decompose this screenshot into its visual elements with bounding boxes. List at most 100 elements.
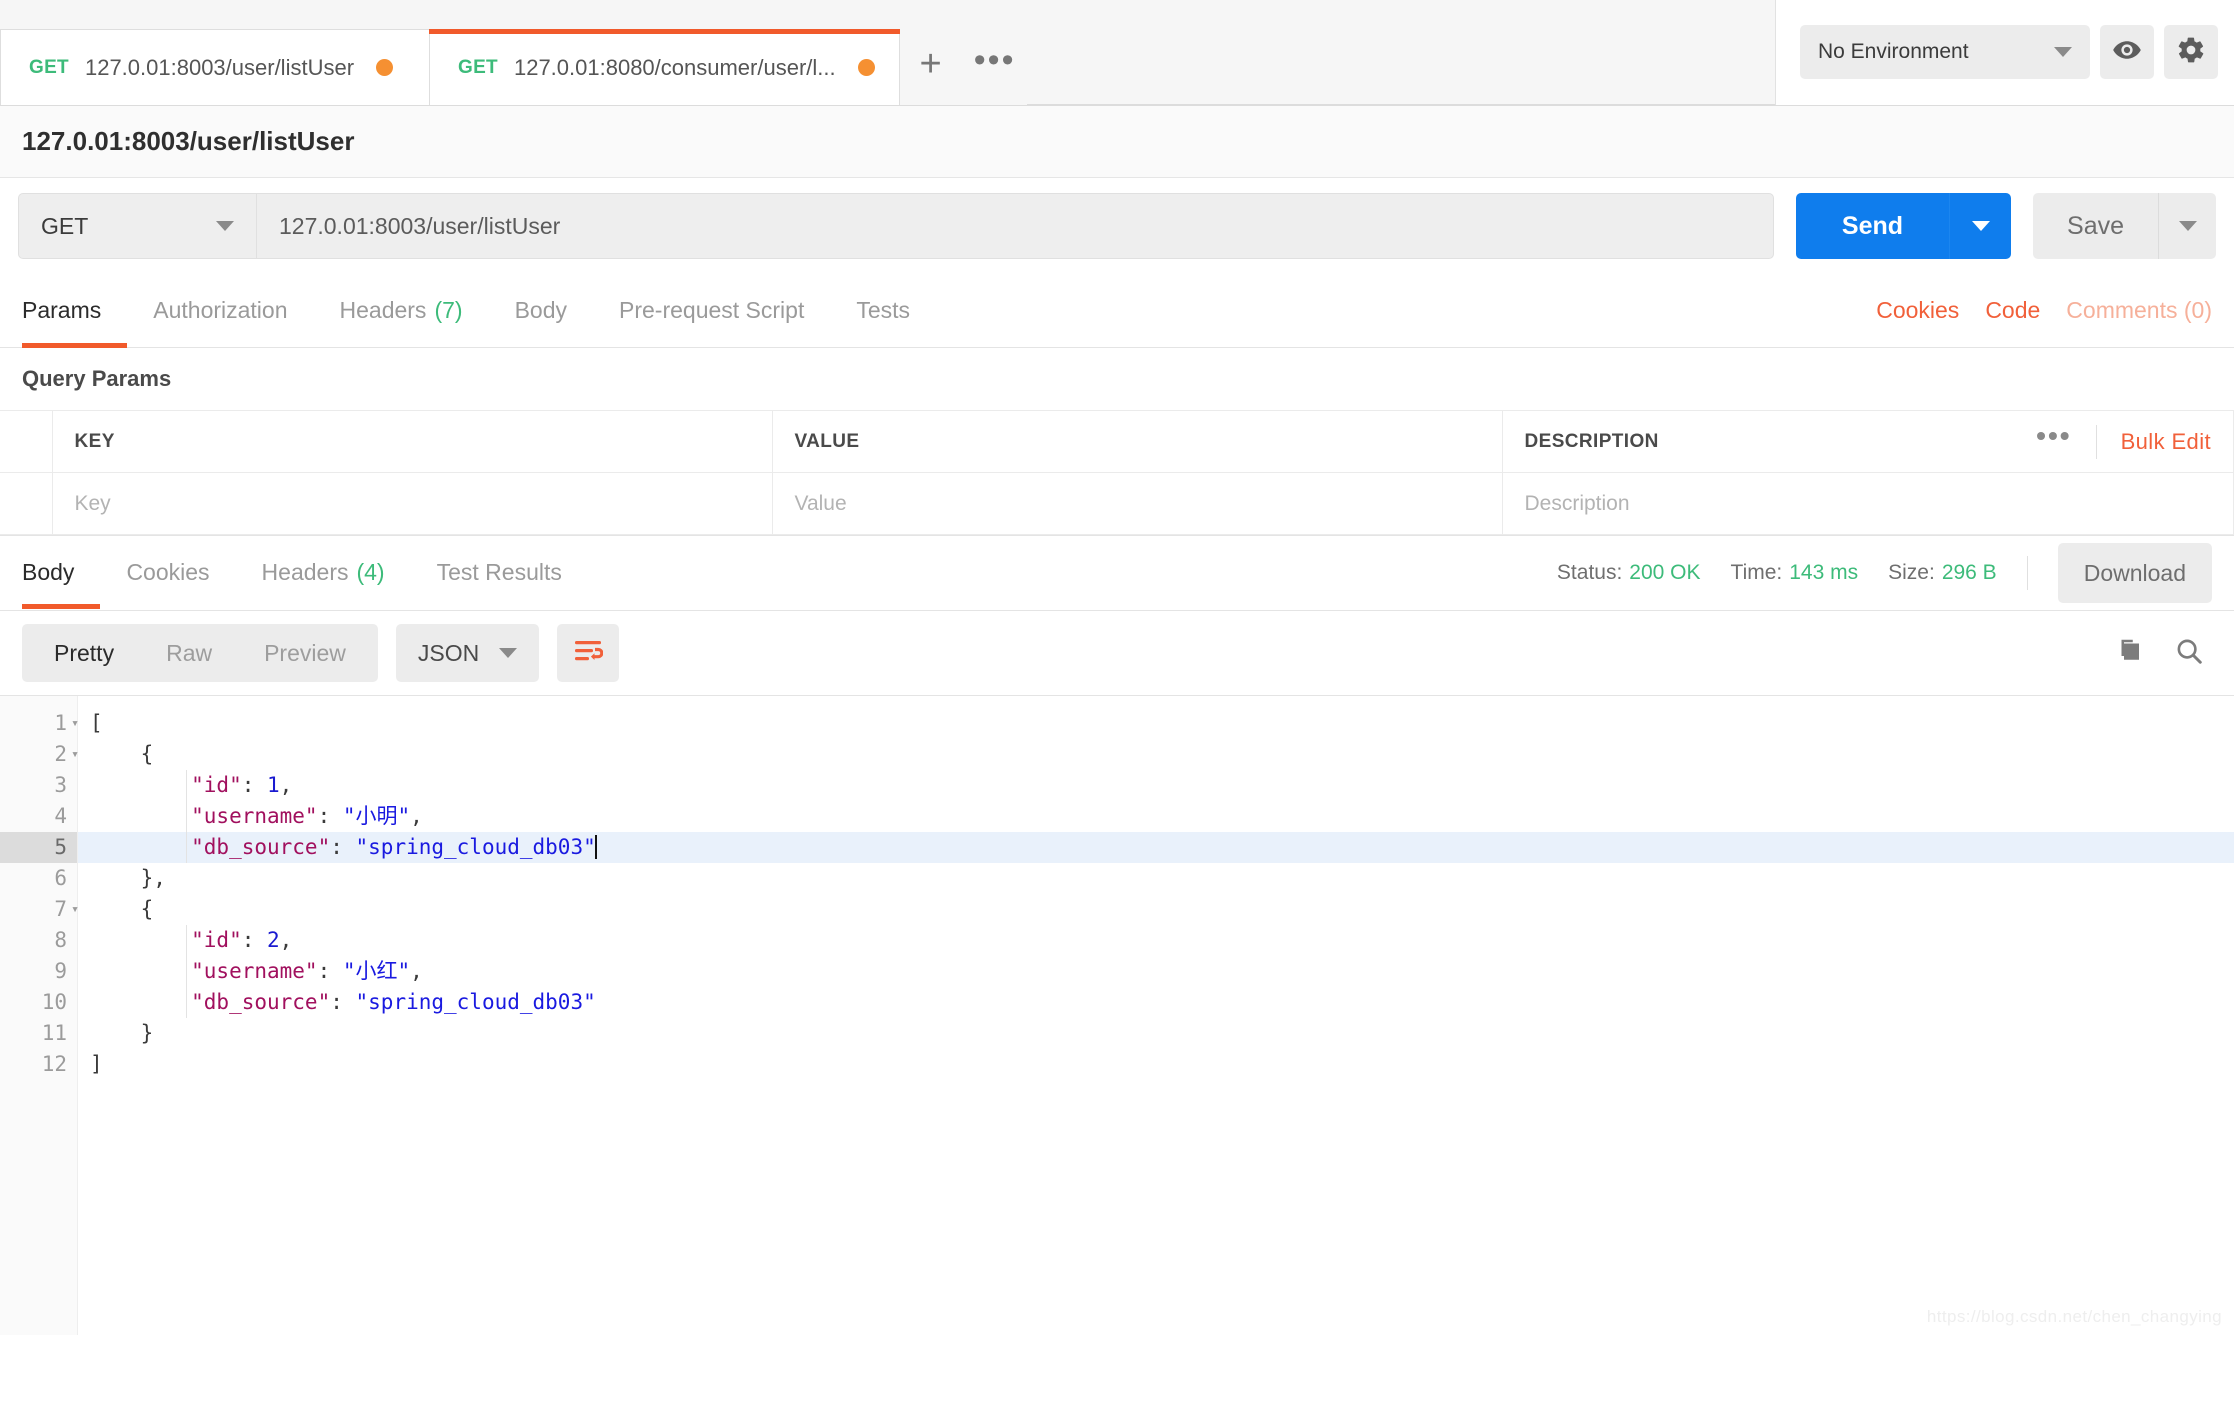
download-button[interactable]: Download xyxy=(2057,543,2212,603)
watermark: https://blog.csdn.net/chen_changying xyxy=(1926,1307,2222,1326)
code-token: "小红" xyxy=(342,959,411,983)
environment-quick-look-button[interactable] xyxy=(2100,25,2154,79)
code-token: 2 xyxy=(267,928,280,952)
code-line[interactable]: }, xyxy=(78,863,2234,894)
tab-params[interactable]: Params xyxy=(22,274,128,348)
code-token: , xyxy=(410,959,423,983)
tab-body[interactable]: Body xyxy=(489,274,593,348)
code-token: "id" xyxy=(90,773,242,797)
response-tab-test-results-label: Test Results xyxy=(436,558,562,585)
line-number: 11 xyxy=(41,1021,67,1045)
request-tab-1-method: GET xyxy=(29,56,69,78)
code-token: [ xyxy=(90,711,103,735)
http-method-select[interactable]: GET xyxy=(18,193,256,259)
comments-link[interactable]: Comments (0) xyxy=(2066,297,2212,324)
wrap-lines-icon xyxy=(573,638,604,669)
response-body-viewer[interactable]: 1 ▾ 2 ▾ 3 4 5 6 7 ▾ 8 9 10 11 12 [ { "id": 1, "usernam… xyxy=(0,695,2234,1335)
time-value: 143 ms xyxy=(1789,561,1859,584)
size-badge: Size: 296 B xyxy=(1888,561,1997,585)
tab-headers[interactable]: Headers (7) xyxy=(314,274,489,348)
tab-body-label: Body xyxy=(514,297,567,323)
code-token: "id" xyxy=(90,928,242,952)
send-options-button[interactable] xyxy=(1949,193,2012,259)
view-mode-preview[interactable]: Preview xyxy=(238,624,372,682)
code-line[interactable]: "id": 1, xyxy=(78,770,2234,801)
response-body-code[interactable]: [ { "id": 1, "username": "小明", "db_sourc… xyxy=(78,696,2234,1335)
column-description: DESCRIPTION ••• Bulk Edit xyxy=(1502,410,2234,473)
code-link[interactable]: Code xyxy=(1985,297,2040,324)
send-button-group: Send xyxy=(1795,193,2012,259)
row-value-input[interactable]: Value xyxy=(772,472,1503,535)
tab-authorization[interactable]: Authorization xyxy=(127,274,313,348)
table-row: Key Value Description xyxy=(0,472,2234,535)
response-format-select[interactable]: JSON xyxy=(395,624,540,682)
settings-button[interactable] xyxy=(2164,25,2218,79)
wrap-lines-button[interactable] xyxy=(557,624,620,682)
row-key-input[interactable]: Key xyxy=(52,472,773,535)
chevron-down-icon xyxy=(2178,221,2197,231)
code-line[interactable]: ] xyxy=(78,1049,2234,1080)
column-description-label: DESCRIPTION xyxy=(1524,430,1659,452)
environment-select[interactable]: No Environment xyxy=(1800,25,2090,79)
code-token: "db_source" xyxy=(90,835,331,859)
code-token: { xyxy=(90,897,154,921)
code-token: : xyxy=(317,804,343,828)
code-line[interactable]: "db_source": "spring_cloud_db03" xyxy=(78,832,2234,863)
code-line[interactable]: "id": 2, xyxy=(78,925,2234,956)
new-tab-button[interactable]: + xyxy=(899,29,963,105)
code-line[interactable]: "db_source": "spring_cloud_db03" xyxy=(78,987,2234,1018)
row-description-input[interactable]: Description xyxy=(1502,472,2234,535)
code-line[interactable]: } xyxy=(78,1018,2234,1049)
line-number: 7 ▾ xyxy=(0,894,79,925)
response-tab-test-results[interactable]: Test Results xyxy=(411,535,588,609)
bottom-filler xyxy=(0,1335,2234,1375)
code-line[interactable]: "username": "小明", xyxy=(78,801,2234,832)
code-token: : xyxy=(330,990,356,1014)
tab-tests[interactable]: Tests xyxy=(830,274,936,348)
code-line[interactable]: "username": "小红", xyxy=(78,956,2234,987)
code-token: : xyxy=(317,959,343,983)
save-options-button[interactable] xyxy=(2158,193,2216,259)
search-button[interactable] xyxy=(2174,636,2204,671)
response-tabs-list: Body Cookies Headers (4) Test Results xyxy=(22,535,588,611)
code-token: 1 xyxy=(267,773,280,797)
url-bar: GET Send Save xyxy=(0,178,2234,274)
gear-icon xyxy=(2176,35,2206,70)
request-url-input[interactable] xyxy=(256,193,1774,259)
bulk-edit-button[interactable]: Bulk Edit xyxy=(2121,429,2211,455)
line-number: 10 xyxy=(41,990,67,1014)
code-token: , xyxy=(279,928,293,952)
response-tab-headers-label: Headers xyxy=(261,558,349,585)
response-tab-cookies[interactable]: Cookies xyxy=(100,535,235,609)
tab-options-icon[interactable]: ••• xyxy=(963,29,1027,105)
query-params-title: Query Params xyxy=(22,366,172,391)
response-tab-headers[interactable]: Headers (4) xyxy=(236,535,411,609)
request-tab-1-name: 127.0.01:8003/user/listUser xyxy=(84,54,355,80)
table-header-row: KEY VALUE DESCRIPTION ••• Bulk Edit xyxy=(0,410,2234,473)
response-meta: Status: 200 OK Time: 143 ms Size: 296 B Dow… xyxy=(1557,543,2212,603)
copy-button[interactable] xyxy=(2114,636,2144,671)
params-more-options-icon[interactable]: ••• xyxy=(2036,421,2071,453)
row-checkbox-cell[interactable] xyxy=(0,472,53,535)
request-tab-1[interactable]: GET 127.0.01:8003/user/listUser xyxy=(0,29,430,105)
view-mode-pretty[interactable]: Pretty xyxy=(28,624,140,682)
copy-icon xyxy=(2114,639,2144,670)
line-number: 2 ▾ xyxy=(0,739,79,770)
cookies-link[interactable]: Cookies xyxy=(1876,297,1959,324)
send-button[interactable]: Send xyxy=(1795,193,1950,259)
request-tabs-list: Params Authorization Headers (7) Body Pr… xyxy=(22,274,936,348)
code-line[interactable]: [ xyxy=(78,708,2234,739)
code-line[interactable]: { xyxy=(78,894,2234,925)
tab-pre-request-script[interactable]: Pre-request Script xyxy=(593,274,830,348)
view-mode-raw[interactable]: Raw xyxy=(140,624,238,682)
code-line[interactable]: { xyxy=(78,739,2234,770)
tab-headers-count: (7) xyxy=(434,297,463,323)
query-params-header: Query Params xyxy=(0,348,2234,410)
line-number: 12 xyxy=(41,1052,67,1076)
save-button[interactable]: Save xyxy=(2033,193,2158,259)
response-tab-body[interactable]: Body xyxy=(22,535,101,609)
tab-pre-request-script-label: Pre-request Script xyxy=(619,297,805,323)
request-tab-2[interactable]: GET 127.0.01:8080/consumer/user/l... xyxy=(429,29,900,105)
code-token: } xyxy=(90,1021,154,1045)
chevron-down-icon xyxy=(1971,221,1990,231)
